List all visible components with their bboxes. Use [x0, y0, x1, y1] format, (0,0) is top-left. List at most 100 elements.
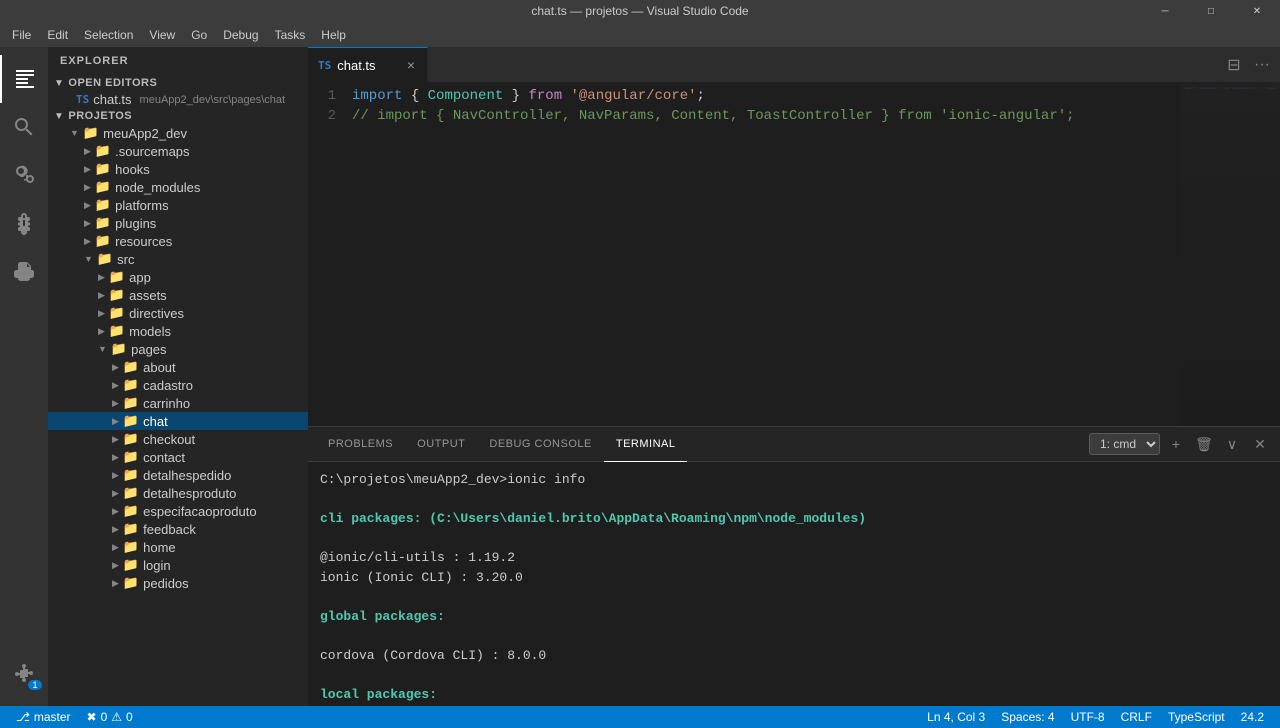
panel-close-button[interactable]: ✕ [1248, 432, 1272, 456]
tree-item-carrinho[interactable]: ▶📁carrinho [48, 394, 308, 412]
folder-arrow-icon: ▶ [84, 164, 91, 175]
tree-item-pages[interactable]: ▼📁pages [48, 340, 308, 358]
tree-item-detalhespedido[interactable]: ▶📁detalhespedido [48, 466, 308, 484]
status-position[interactable]: Ln 4, Col 3 [919, 706, 993, 728]
folder-icon: 📁 [97, 251, 113, 267]
tab-close-button[interactable]: × [405, 57, 417, 73]
tree-item-meuapp2-dev[interactable]: ▼📁meuApp2_dev [48, 124, 308, 142]
tree-item-plugins[interactable]: ▶📁plugins [48, 214, 308, 232]
panel-tab-problems[interactable]: PROBLEMS [316, 427, 405, 462]
line-numbers: 1 2 [308, 82, 344, 426]
tree-item-feedback[interactable]: ▶📁feedback [48, 520, 308, 538]
tree-item-label: assets [129, 288, 167, 303]
tree-item-src[interactable]: ▼📁src [48, 250, 308, 268]
panel-tab-output[interactable]: OUTPUT [405, 427, 477, 462]
tree-item-label: meuApp2_dev [103, 126, 187, 141]
tree-item-contact[interactable]: ▶📁contact [48, 448, 308, 466]
folder-icon: 📁 [95, 197, 111, 213]
more-actions-button[interactable]: ··· [1248, 51, 1276, 79]
folder-arrow-icon: ▶ [84, 236, 91, 247]
folder-icon: 📁 [123, 377, 139, 393]
tree-item-assets[interactable]: ▶📁assets [48, 286, 308, 304]
tree-item-models[interactable]: ▶📁models [48, 322, 308, 340]
folder-arrow-icon: ▼ [98, 344, 107, 354]
menu-file[interactable]: File [4, 26, 39, 44]
activity-debug[interactable] [0, 199, 48, 247]
status-errors[interactable]: ✖ 0 ⚠ 0 [79, 706, 141, 728]
activity-settings[interactable]: 1 [0, 650, 48, 698]
folder-arrow-icon: ▶ [112, 434, 119, 445]
menu-debug[interactable]: Debug [215, 26, 266, 44]
split-editor-button[interactable]: ⊟ [1220, 51, 1248, 79]
folder-arrow-icon: ▶ [112, 470, 119, 481]
menu-selection[interactable]: Selection [76, 26, 141, 44]
tree-item-platforms[interactable]: ▶📁platforms [48, 196, 308, 214]
folder-icon: 📁 [111, 341, 127, 357]
close-button[interactable]: ✕ [1234, 0, 1280, 22]
tree-item-detalhesproduto[interactable]: ▶📁detalhesproduto [48, 484, 308, 502]
tab-chat-ts[interactable]: TS chat.ts × [308, 47, 428, 82]
activity-search[interactable] [0, 103, 48, 151]
activity-source-control[interactable] [0, 151, 48, 199]
tree-item-label: checkout [143, 432, 195, 447]
settings-badge: 1 [28, 680, 42, 690]
terminal-line-0: C:\projetos\meuApp2_dev>ionic info [320, 470, 1268, 490]
tree-item-login[interactable]: ▶📁login [48, 556, 308, 574]
tree-item-about[interactable]: ▶📁about [48, 358, 308, 376]
new-terminal-button[interactable]: + [1164, 432, 1188, 456]
open-editors-label: OPEN EDITORS [68, 77, 157, 89]
tree-item--sourcemaps[interactable]: ▶📁.sourcemaps [48, 142, 308, 160]
tree-item-node-modules[interactable]: ▶📁node_modules [48, 178, 308, 196]
tree-item-label: home [143, 540, 176, 555]
tree-item-label: plugins [115, 216, 156, 231]
tree-item-label: detalhespedido [143, 468, 231, 483]
tree-item-home[interactable]: ▶📁home [48, 538, 308, 556]
folder-arrow-icon: ▶ [112, 488, 119, 499]
tree-item-especifacaoproduto[interactable]: ▶📁especifacaoproduto [48, 502, 308, 520]
tree-item-resources[interactable]: ▶📁resources [48, 232, 308, 250]
menu-edit[interactable]: Edit [39, 26, 76, 44]
panel-toggle-button[interactable]: ∨ [1220, 432, 1244, 456]
tree-item-chat[interactable]: ▶📁chat [48, 412, 308, 430]
kill-terminal-button[interactable]: 🗑 [1192, 432, 1216, 456]
status-eol[interactable]: CRLF [1113, 706, 1160, 728]
tree-item-cadastro[interactable]: ▶📁cadastro [48, 376, 308, 394]
tree-item-checkout[interactable]: ▶📁checkout [48, 430, 308, 448]
code-content[interactable]: import { Component } from '@angular/core… [344, 82, 1180, 426]
code-line-1: import { Component } from '@angular/core… [344, 86, 1180, 106]
open-editor-chat-ts[interactable]: TS chat.ts meuApp2_dev\src\pages\chat [48, 91, 308, 108]
status-version[interactable]: 24.2 [1233, 706, 1272, 728]
folder-icon: 📁 [123, 503, 139, 519]
folder-icon: 📁 [123, 395, 139, 411]
terminal-content[interactable]: C:\projetos\meuApp2_dev>ionic info cli p… [308, 462, 1280, 706]
status-language[interactable]: TypeScript [1160, 706, 1233, 728]
terminal-selector[interactable]: 1: cmd [1089, 433, 1160, 455]
tab-ts-icon: TS [318, 59, 331, 72]
activity-bar: 1 [0, 47, 48, 706]
status-branch[interactable]: ⎇ master [8, 706, 79, 728]
tree-item-directives[interactable]: ▶📁directives [48, 304, 308, 322]
activity-explorer[interactable] [0, 55, 48, 103]
terminal-line-3 [320, 529, 1268, 549]
panel-tab-terminal[interactable]: TERMINAL [604, 427, 688, 462]
activity-extensions[interactable] [0, 247, 48, 295]
menu-help[interactable]: Help [313, 26, 354, 44]
tree-item-label: .sourcemaps [115, 144, 189, 159]
status-spaces[interactable]: Spaces: 4 [993, 706, 1062, 728]
ts-file-icon: TS [76, 93, 89, 106]
tree-item-app[interactable]: ▶📁app [48, 268, 308, 286]
folder-arrow-icon: ▶ [84, 218, 91, 229]
folder-icon: 📁 [109, 269, 125, 285]
projetos-section[interactable]: ▼ PROJETOS [48, 108, 308, 124]
menu-tasks[interactable]: Tasks [267, 26, 314, 44]
tree-item-label: login [143, 558, 170, 573]
minimize-button[interactable]: ─ [1142, 0, 1188, 22]
tree-item-hooks[interactable]: ▶📁hooks [48, 160, 308, 178]
status-encoding[interactable]: UTF-8 [1063, 706, 1113, 728]
maximize-button[interactable]: □ [1188, 0, 1234, 22]
panel-tab-debug-console[interactable]: DEBUG CONSOLE [477, 427, 603, 462]
menu-view[interactable]: View [141, 26, 183, 44]
tree-item-pedidos[interactable]: ▶📁pedidos [48, 574, 308, 592]
menu-go[interactable]: Go [183, 26, 215, 44]
open-editors-section[interactable]: ▼ OPEN EDITORS [48, 75, 308, 91]
